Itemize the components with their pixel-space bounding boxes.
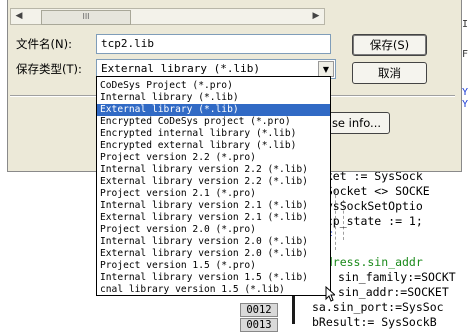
dropdown-option[interactable]: Internal library version 2.2 (*.lib)	[97, 164, 330, 176]
code-line: bResult:= SysSockB	[312, 315, 437, 329]
dropdown-option[interactable]: External library version 2.1 (*.lib)	[97, 212, 330, 224]
dropdown-option[interactable]: Project version 2.0 (*.pro)	[97, 224, 330, 236]
code-line: SysSockSetOptio	[312, 199, 423, 213]
line-number: 0012	[240, 303, 278, 317]
code-line: sa.sin_port:=SysSoc	[312, 300, 444, 314]
dropdown-option[interactable]: Encrypted CoDeSys project (*.pro)	[97, 116, 330, 128]
dropdown-option[interactable]: Internal library version 2.1 (*.lib)	[97, 200, 330, 212]
dropdown-option[interactable]: External library version 2.0 (*.lib)	[97, 248, 330, 260]
save-type-dropdown[interactable]: CoDeSys Project (*.pro) Internal library…	[96, 76, 331, 296]
code-line: diSocket <> SOCKE	[312, 184, 430, 198]
save-type-value: External library (*.lib)	[101, 62, 260, 75]
scroll-left-icon[interactable]: ◀	[12, 10, 26, 23]
dropdown-option[interactable]: Encrypted internal library (*.lib)	[97, 128, 330, 140]
code-line: tcp_state := 1;	[312, 214, 423, 228]
save-button[interactable]: 保存(S)	[352, 34, 427, 56]
dropdown-option[interactable]: cnal library version 1.5 (*.lib)	[97, 284, 330, 295]
file-name-input[interactable]: tcp2.lib	[96, 34, 331, 54]
code-line: sin_addr:=SOCKET	[338, 285, 449, 299]
cancel-button[interactable]: 取消	[352, 62, 427, 84]
dropdown-option[interactable]: Internal library version 1.5 (*.lib)	[97, 272, 330, 284]
background-glyph: F	[462, 49, 469, 60]
background-glyph: I	[462, 19, 469, 30]
dropdown-option[interactable]: Internal library (*.lib)	[97, 92, 330, 104]
dropdown-option-selected[interactable]: External library (*.lib)	[97, 104, 330, 116]
chevron-down-icon[interactable]: ▼	[318, 61, 334, 77]
line-number: 0013	[240, 318, 278, 332]
code-line: sin_family:=SOCKT	[338, 270, 456, 284]
file-name-label: 文件名(N):	[16, 37, 72, 51]
dropdown-option[interactable]: Encrypted external library (*.lib)	[97, 140, 330, 152]
code-line-comment: address.sin_addr	[312, 255, 423, 269]
dropdown-option[interactable]: Internal library version 2.0 (*.lib)	[97, 236, 330, 248]
background-glyph: Y	[462, 99, 469, 110]
code-line-keyword: _IF	[312, 228, 471, 244]
dropdown-option[interactable]: CoDeSys Project (*.pro)	[97, 80, 330, 92]
dropdown-option[interactable]: Project version 2.2 (*.pro)	[97, 152, 330, 164]
dropdown-option[interactable]: External library version 2.2 (*.lib)	[97, 176, 330, 188]
mouse-cursor-icon	[325, 286, 335, 302]
scrollbar-thumb[interactable]: III	[41, 10, 131, 25]
save-type-label: 保存类型(T):	[16, 62, 82, 76]
scroll-right-icon[interactable]: ▶	[309, 10, 323, 23]
dropdown-option[interactable]: Project version 2.1 (*.pro)	[97, 188, 330, 200]
file-list-scrollbar[interactable]: ◀ III ▶	[10, 8, 325, 25]
dropdown-option[interactable]: Project version 1.5 (*.pro)	[97, 260, 330, 272]
